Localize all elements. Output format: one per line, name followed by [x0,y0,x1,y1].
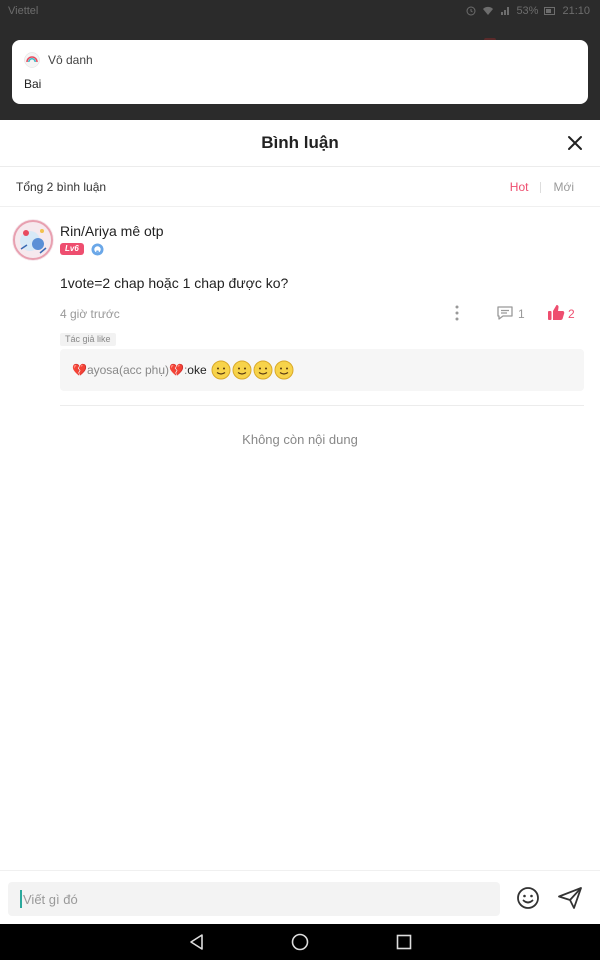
comment-text: 1vote=2 chap hoặc 1 chap được ko? [60,275,289,291]
text-caret [20,890,22,908]
comment-count: Tổng 2 bình luận [16,180,107,194]
reply-icon[interactable] [496,304,514,322]
rainbow-avatar-icon [24,52,40,68]
carrier-label: Viettel [8,5,39,17]
recents-icon[interactable] [395,933,413,951]
reply-text: oke [187,363,207,377]
comment-username[interactable]: Rin/Ariya mê otp [60,223,163,239]
sort-new-tab[interactable]: Mới [553,180,574,194]
sort-hot-tab[interactable]: Hot [510,180,529,194]
user-avatar[interactable] [12,219,54,261]
level-badge: Lv6 [60,243,84,255]
notification-card[interactable]: Vô danh Bai [12,40,588,104]
comment-summary-bar: Tổng 2 bình luận Hot Mới [0,167,600,207]
input-placeholder: Viết gì đó [23,891,78,907]
more-options-icon[interactable] [450,303,464,323]
like-count: 2 [568,307,575,321]
send-icon[interactable] [557,886,583,910]
smile-emoji-icon [211,360,231,380]
smile-emoji-icon [232,360,252,380]
sheet-header: Bình luận [0,120,600,167]
comment-input-bar: Viết gì đó [0,870,600,925]
home-icon[interactable] [291,933,309,951]
author-liked-tag: Tác giả like [60,333,116,346]
broken-heart-icon: 💔 [72,363,87,377]
battery-label: 53% [516,5,539,17]
thumbs-up-icon[interactable] [546,303,566,323]
smile-emoji-icon [274,360,294,380]
battery-icon [544,7,556,15]
wifi-icon [483,6,494,16]
notification-message: Bai [24,77,42,91]
comment-input[interactable]: Viết gì đó [8,882,500,916]
status-bar: Viettel 53% 21:10 [0,0,600,24]
back-icon[interactable] [188,933,206,951]
notification-sender: Vô danh [48,53,93,67]
broken-heart-icon: 💔 [169,363,184,377]
sort-toggle: Hot Mới [510,180,574,194]
sheet-title: Bình luận [261,133,339,152]
reply-preview[interactable]: 💔 ayosa(acc phụ) 💔 : oke [60,349,584,391]
comments-sheet: Bình luận Tổng 2 bình luận Hot Mới Rin/A… [0,120,600,924]
comment-divider [60,405,584,406]
close-icon[interactable] [564,132,586,154]
reply-username: ayosa(acc phụ) [86,363,169,377]
system-nav-bar [0,924,600,960]
sort-divider [540,181,542,193]
signal-icon [501,7,510,15]
verified-badge-icon [91,243,104,256]
comment-item: Rin/Ariya mê otp Lv6 1vote=2 chap hoặc 1… [0,207,600,406]
alarm-icon [466,6,476,16]
end-of-list-label: Không còn nội dung [242,432,358,447]
emoji-row [211,360,294,380]
emoji-icon[interactable] [516,886,540,910]
smile-emoji-icon [253,360,273,380]
reply-count: 1 [518,307,525,321]
clock-label: 21:10 [562,5,590,17]
comment-time: 4 giờ trước [60,307,120,321]
